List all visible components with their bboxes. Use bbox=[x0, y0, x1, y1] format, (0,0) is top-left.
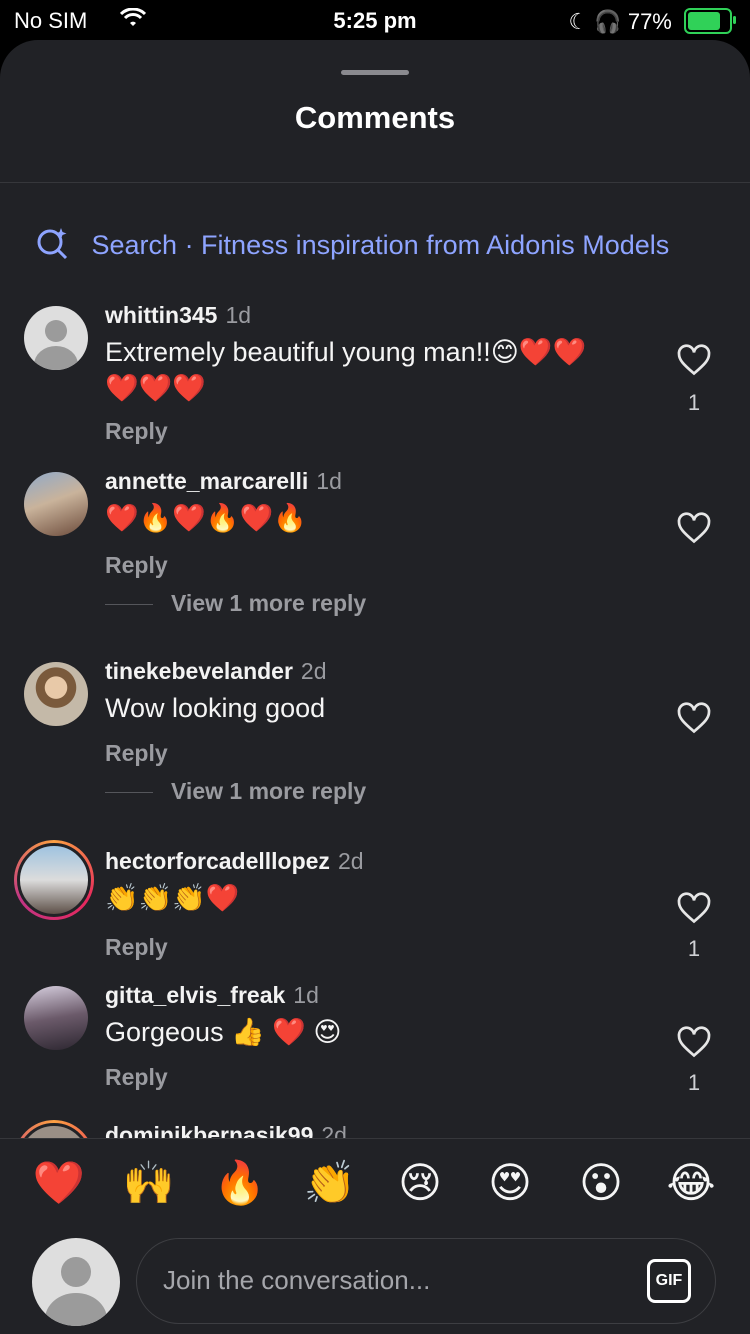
battery-icon bbox=[684, 8, 736, 34]
reaction-laughing[interactable]: 😂 bbox=[661, 1159, 721, 1207]
heart-icon[interactable] bbox=[676, 890, 712, 926]
heart-icon[interactable] bbox=[676, 1024, 712, 1060]
avatar[interactable] bbox=[24, 986, 88, 1050]
comment-time: 1d bbox=[316, 468, 342, 494]
comment-username[interactable]: annette_marcarelli 1d bbox=[105, 468, 342, 495]
heart-icon[interactable] bbox=[676, 342, 712, 378]
like-count: 1 bbox=[687, 390, 701, 415]
comment-input-placeholder: Join the conversation... bbox=[163, 1265, 431, 1295]
comments-sheet: Comments Search · Fitness inspiration fr… bbox=[0, 40, 750, 1334]
comment-item-partial: dominikbernasik99 2d bbox=[0, 1120, 750, 1138]
reply-button[interactable]: Reply bbox=[105, 934, 168, 961]
reaction-surprised[interactable]: 😮 bbox=[571, 1159, 631, 1207]
comment-username[interactable]: tinekebevelander 2d bbox=[105, 658, 327, 685]
reply-button[interactable]: Reply bbox=[105, 418, 168, 445]
moon-icon: ☾ bbox=[568, 9, 589, 34]
heart-icon[interactable] bbox=[676, 700, 712, 736]
drag-handle[interactable] bbox=[341, 70, 409, 75]
view-more-replies[interactable]: View 1 more reply bbox=[105, 778, 366, 805]
comment-time: 1d bbox=[225, 302, 252, 328]
search-suggestion[interactable]: Search · Fitness inspiration from Aidoni… bbox=[36, 226, 669, 261]
like-count: 1 bbox=[687, 1070, 701, 1095]
gif-button[interactable]: GIF bbox=[647, 1259, 691, 1303]
comment-input[interactable]: Join the conversation... GIF bbox=[136, 1238, 716, 1324]
like-count: 1 bbox=[687, 936, 701, 961]
comment-time: 1d bbox=[293, 982, 319, 1008]
comment-text: ❤️🔥❤️🔥❤️🔥 bbox=[105, 503, 307, 533]
comment-username[interactable]: whittin345 1d bbox=[105, 302, 251, 329]
status-bar: No SIM 5:25 pm ☾ 🎧 77% bbox=[0, 0, 750, 40]
header-divider bbox=[0, 182, 750, 183]
comment-time: 2d bbox=[337, 848, 364, 874]
status-right: ☾ 🎧 77% bbox=[568, 8, 736, 35]
comment-text: 👏👏👏❤️ bbox=[105, 883, 240, 913]
reply-button[interactable]: Reply bbox=[105, 552, 168, 579]
avatar[interactable] bbox=[24, 472, 88, 536]
avatar[interactable] bbox=[24, 662, 88, 726]
avatar-story-ring[interactable] bbox=[14, 840, 94, 920]
reaction-heart[interactable]: ❤️ bbox=[29, 1159, 89, 1207]
heart-icon[interactable] bbox=[676, 510, 712, 546]
view-more-replies[interactable]: View 1 more reply bbox=[105, 590, 366, 617]
reaction-heart-eyes[interactable]: 😍 bbox=[480, 1159, 540, 1207]
reply-button[interactable]: Reply bbox=[105, 1064, 168, 1091]
comment-username[interactable]: gitta_elvis_freak 1d bbox=[105, 982, 319, 1009]
comment-username[interactable]: hectorforcadelllopez 2d bbox=[105, 848, 364, 875]
comment-time: 2d bbox=[321, 1122, 347, 1138]
comment-time: 2d bbox=[300, 658, 327, 684]
comment-text: Extremely beautiful young man!!😊❤️❤️❤️❤️… bbox=[105, 337, 587, 403]
compose-bar: Join the conversation... GIF bbox=[0, 1226, 750, 1334]
headphones-icon: 🎧 bbox=[594, 9, 622, 34]
reaction-fire[interactable]: 🔥 bbox=[210, 1159, 270, 1207]
search-suggestion-label: Search · Fitness inspiration from Aidoni… bbox=[91, 230, 670, 260]
sheet-title: Comments bbox=[294, 100, 456, 135]
comment-text: Wow looking good bbox=[105, 693, 326, 723]
quick-reaction-bar: ❤️ 🙌 🔥 👏 😢 😍 😮 😂 bbox=[0, 1138, 750, 1227]
comment-text: Gorgeous 👍 ❤️ 😍 bbox=[105, 1017, 342, 1047]
avatar-story-ring[interactable] bbox=[14, 1120, 94, 1138]
my-avatar bbox=[32, 1238, 120, 1326]
reaction-raised-hands[interactable]: 🙌 bbox=[119, 1159, 179, 1207]
comment-username[interactable]: dominikbernasik99 2d bbox=[105, 1122, 347, 1138]
battery-percent: 77% bbox=[627, 9, 672, 34]
reply-button[interactable]: Reply bbox=[105, 740, 168, 767]
search-sparkle-icon bbox=[36, 228, 92, 260]
reaction-crying[interactable]: 😢 bbox=[390, 1159, 450, 1207]
avatar[interactable] bbox=[24, 306, 88, 370]
reaction-clap[interactable]: 👏 bbox=[300, 1159, 360, 1207]
